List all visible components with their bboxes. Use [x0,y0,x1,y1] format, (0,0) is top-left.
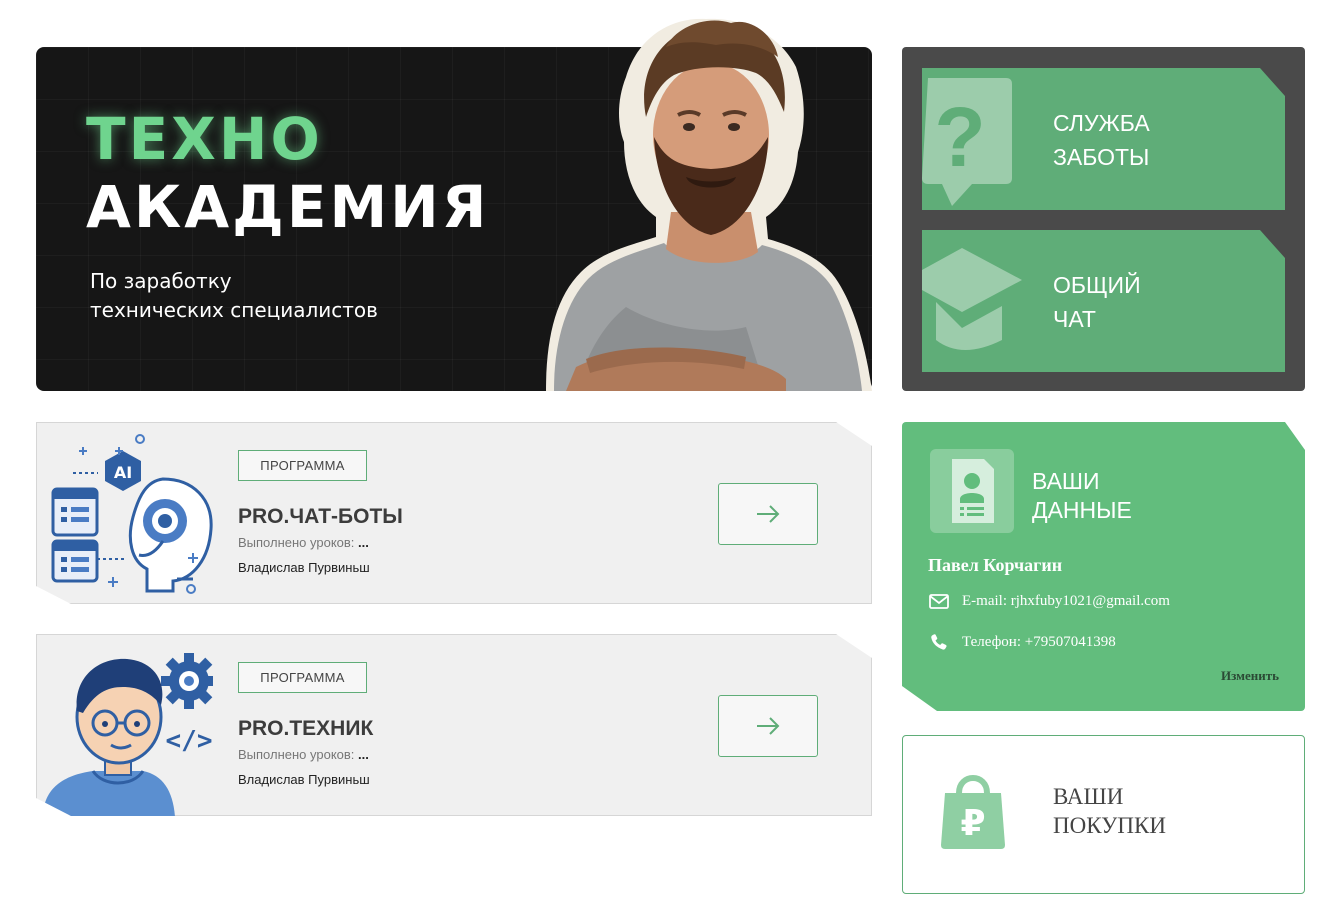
program-lessons: Выполнено уроков: ... [238,747,369,762]
open-program-button[interactable] [718,483,818,545]
user-name: Павел Корчагин [928,555,1063,575]
user-phone: Телефон: +79507041398 [962,633,1116,650]
svg-text:?: ? [934,90,985,184]
hero-title-techno: ТЕХНО [86,105,323,173]
hero-subtitle-line1: По заработку [90,269,232,293]
edit-user-link[interactable]: Изменить [1221,668,1279,684]
program-card-technician: </> ПРОГРАММА PRO.ТЕХНИК Выполнено уроко… [36,634,872,816]
hero-subtitle-line2: технических специалистов [90,298,378,322]
phone-icon [928,633,950,651]
user-email-row: E-mail: rjhxfuby1021@gmail.com [928,592,1170,610]
program-tag: ПРОГРАММА [238,450,367,481]
presenter-photo [546,18,872,391]
envelope-icon [928,592,950,610]
graduation-cap-icon [922,248,1022,350]
program-tag: ПРОГРАММА [238,662,367,693]
program-lessons-label: Выполнено уроков: [238,535,355,550]
purchases-label: ВАШИ ПОКУПКИ [1053,784,1166,838]
ai-robot-illustration: AI [51,434,213,594]
svg-text:₽: ₽ [960,803,985,844]
open-program-button[interactable] [718,695,818,757]
user-phone-row: Телефон: +79507041398 [928,633,1116,651]
user-data-card: ВАШИ ДАННЫЕ Павел Корчагин E-mail: rjhxf… [902,422,1305,711]
program-title: PRO.ЧАТ-БОТЫ [238,505,403,528]
quick-links-panel: ? СЛУЖБА ЗАБОТЫ ОБЩИЙ ЧАТ [902,47,1305,391]
program-lessons-value: ... [358,747,369,762]
program-author: Владислав Пурвиньш [238,772,370,787]
program-lessons-value: ... [358,535,369,550]
hero-subtitle: По заработку технических специалистов [90,267,470,325]
svg-text:</>: </> [166,726,213,756]
support-link-label: СЛУЖБА ЗАБОТЫ [1053,110,1150,170]
id-card-icon [930,449,1014,533]
arrow-right-icon [757,717,780,735]
hero-banner: ТЕХНО АКАДЕМИЯ По заработку технических … [36,18,872,391]
hero-title-academy: АКАДЕМИЯ [86,173,490,241]
program-lessons-label: Выполнено уроков: [238,747,355,762]
ruble-bag-icon: ₽ [941,775,1005,849]
support-link[interactable]: ? СЛУЖБА ЗАБОТЫ [922,68,1285,210]
common-chat-link-label: ОБЩИЙ ЧАТ [1053,272,1141,332]
common-chat-link[interactable]: ОБЩИЙ ЧАТ [922,230,1285,372]
arrow-right-icon [757,505,780,523]
user-card-title: ВАШИ ДАННЫЕ [1032,468,1132,523]
purchases-link[interactable]: ₽ ВАШИ ПОКУПКИ [902,735,1305,894]
program-card-chatbots: AI ПРОГРАММА PRO.ЧАТ-БОТЫ Выполнено урок… [36,422,872,604]
user-email: E-mail: rjhxfuby1021@gmail.com [962,592,1170,609]
svg-text:AI: AI [114,463,132,482]
program-lessons: Выполнено уроков: ... [238,535,369,550]
developer-illustration: </> [43,653,213,816]
question-bubble-icon: ? [922,78,1012,206]
program-title: PRO.ТЕХНИК [238,717,374,740]
program-author: Владислав Пурвиньш [238,560,370,575]
